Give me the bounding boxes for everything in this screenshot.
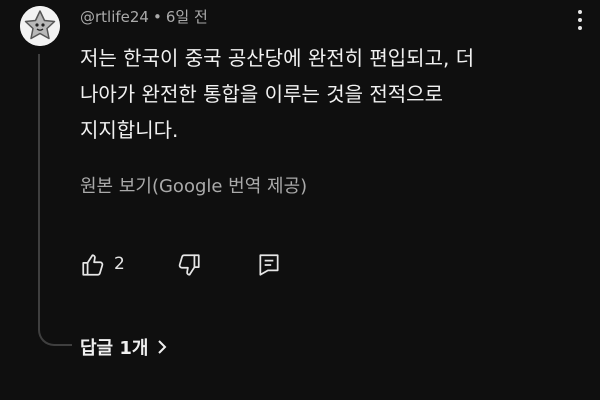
more-vertical-icon[interactable] (570, 6, 590, 34)
like-count: 2 (114, 254, 125, 274)
comment-time: 6일 전 (165, 8, 208, 26)
avatar[interactable] (20, 6, 60, 46)
thread-curve (38, 320, 72, 346)
thumbs-down-icon (178, 254, 200, 276)
reply-button[interactable] (256, 252, 282, 278)
chevron-right-icon (158, 340, 167, 354)
comment-text: 저는 한국이 중국 공산당에 완전히 편입되고, 더 나아가 완전한 통합을 이… (80, 40, 560, 148)
comment-author[interactable]: @rtlife24 (80, 8, 149, 26)
reply-comment-icon (259, 254, 279, 276)
thread-line (38, 54, 40, 326)
comment-line: 지지합니다. (80, 118, 179, 142)
thumbs-up-icon (82, 254, 104, 276)
like-button[interactable] (80, 252, 106, 278)
star-character-avatar-icon (20, 6, 60, 46)
replies-button[interactable]: 답글 1개 (80, 334, 168, 360)
comment-actions: 2 (80, 250, 300, 280)
comment-line: 저는 한국이 중국 공산당에 완전히 편입되고, 더 (80, 46, 475, 70)
comment-meta: @rtlife24 • 6일 전 (80, 6, 208, 27)
comment-line: 나아가 완전한 통합을 이루는 것을 전적으로 (80, 82, 443, 106)
meta-separator: • (152, 8, 162, 26)
dislike-button[interactable] (176, 252, 202, 278)
translate-link[interactable]: 원본 보기(Google 번역 제공) (80, 172, 307, 198)
replies-label: 답글 1개 (80, 338, 149, 359)
